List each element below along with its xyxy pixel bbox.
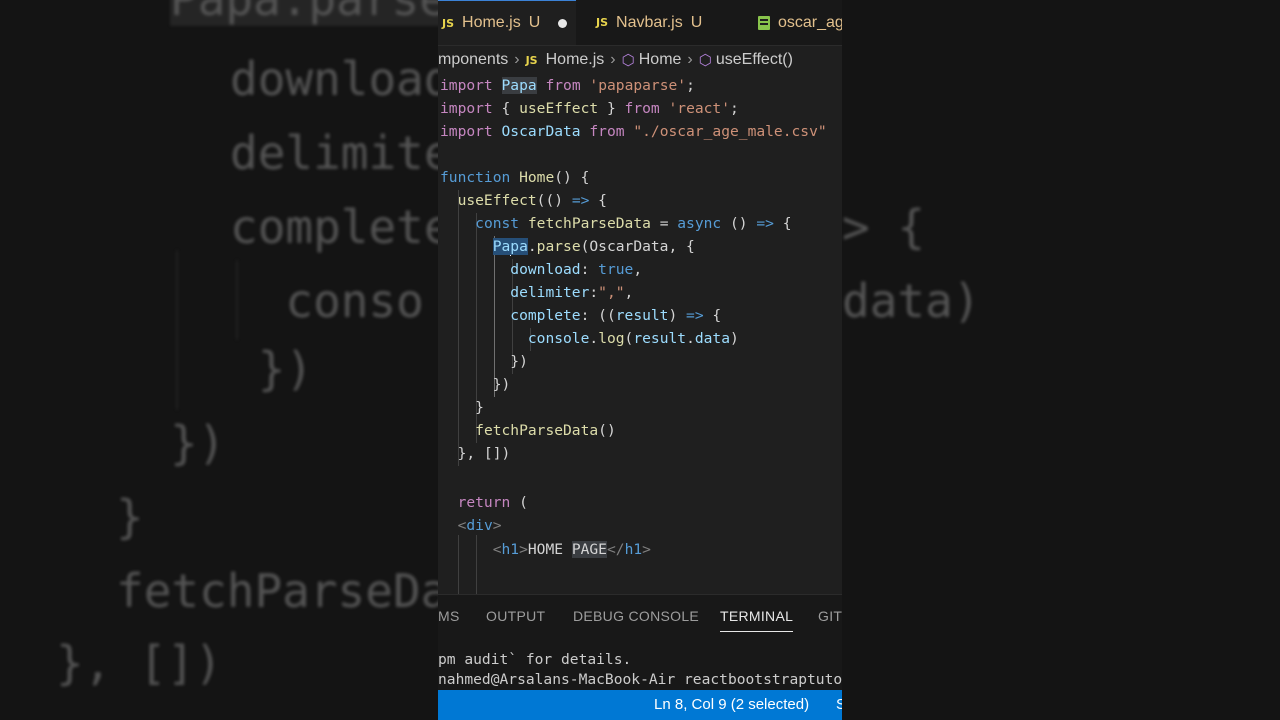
breadcrumb-symbol[interactable]: Home bbox=[639, 51, 682, 69]
code-line: import Papa from 'papaparse'; bbox=[440, 77, 695, 94]
background-line: fetchParseDa bbox=[116, 564, 438, 618]
code-area[interactable]: import Papa from 'papaparse'; import { u… bbox=[438, 74, 842, 595]
tab-navbar-js[interactable]: JS Navbar.js U bbox=[596, 0, 702, 45]
background-line: }) bbox=[230, 342, 314, 396]
chevron-right-icon: › bbox=[687, 51, 693, 68]
javascript-file-icon: JS bbox=[525, 53, 538, 67]
code-line: }) bbox=[492, 376, 511, 393]
code-line: console.log(result.data) bbox=[527, 330, 739, 347]
indent-guide bbox=[236, 260, 238, 340]
code-line-current: Papa.parse(OscarData, { bbox=[492, 238, 695, 256]
background-line: }) bbox=[170, 416, 226, 470]
background-right: > { data) bbox=[842, 0, 1280, 720]
background-line: Papa.parse bbox=[170, 0, 438, 26]
background-line: download bbox=[230, 52, 438, 106]
tab-label: Home.js bbox=[462, 14, 521, 31]
tab-debug-console[interactable]: DEBUG CONSOLE bbox=[573, 608, 699, 624]
editor-tab-bar: JS Home.js U JS Navbar.js U oscar_ag bbox=[438, 0, 842, 46]
code-line: const fetchParseData = async () => { bbox=[475, 215, 792, 232]
code-line: download: true, bbox=[510, 261, 643, 278]
code-line: <h1>HOME PAGE</h1> bbox=[492, 541, 651, 558]
background-line: data) bbox=[842, 274, 981, 328]
background-line: complete bbox=[230, 200, 438, 254]
code-editor-window: JS Home.js U JS Navbar.js U oscar_ag mpo… bbox=[438, 0, 842, 720]
unsaved-dot-icon[interactable] bbox=[558, 18, 568, 28]
breadcrumb-method[interactable]: useEffect() bbox=[716, 51, 793, 69]
breadcrumb-file[interactable]: Home.js bbox=[546, 51, 605, 69]
code-line: }, []) bbox=[457, 445, 511, 462]
code-line: useEffect(() => { bbox=[457, 192, 607, 209]
javascript-file-icon: JS bbox=[596, 16, 609, 29]
cursor-position-status[interactable]: Ln 8, Col 9 (2 selected) bbox=[654, 696, 809, 713]
tab-label: oscar_ag bbox=[778, 13, 842, 31]
background-line: conso bbox=[230, 274, 424, 328]
tab-problems[interactable]: MS bbox=[438, 608, 460, 624]
background-left: Papa.parse download delimite complete co… bbox=[0, 0, 438, 720]
csv-file-icon bbox=[758, 15, 770, 30]
tab-home-js[interactable]: JS Home.js U bbox=[438, 0, 576, 45]
symbol-method-icon: ⬡ bbox=[698, 52, 712, 69]
status-bar: Ln 8, Col 9 (2 selected) S bbox=[438, 690, 842, 720]
tab-output[interactable]: OUTPUT bbox=[486, 608, 545, 624]
code-line: complete: ((result) => { bbox=[510, 307, 722, 324]
tab-label: Navbar.js bbox=[616, 13, 683, 31]
background-line: }, []) bbox=[56, 636, 223, 690]
code-line: import { useEffect } from 'react'; bbox=[440, 100, 739, 117]
code-line: function Home() { bbox=[440, 169, 590, 186]
code-line: }) bbox=[510, 353, 528, 370]
bottom-panel: MS OUTPUT DEBUG CONSOLE TERMINAL GIT pm … bbox=[438, 594, 842, 691]
background-line: } bbox=[116, 490, 144, 544]
tab-git[interactable]: GIT bbox=[818, 608, 842, 624]
untracked-status: U bbox=[528, 14, 541, 31]
terminal-line: nahmed@Arsalans-MacBook-Air reactbootstr… bbox=[438, 671, 842, 688]
code-line: return ( bbox=[457, 494, 528, 511]
code-line: <div> bbox=[457, 517, 502, 534]
breadcrumb-folder[interactable]: mponents bbox=[438, 51, 508, 69]
indent-guide bbox=[176, 250, 178, 410]
javascript-file-icon: JS bbox=[442, 16, 455, 30]
terminal-line: pm audit` for details. bbox=[438, 651, 632, 668]
status-item-truncated[interactable]: S bbox=[836, 696, 842, 713]
background-line: > { bbox=[842, 200, 926, 254]
untracked-status: U bbox=[690, 13, 703, 31]
code-line: fetchParseData() bbox=[475, 422, 616, 439]
tab-oscar-csv[interactable]: oscar_ag bbox=[758, 0, 842, 45]
background-line: delimite bbox=[230, 126, 438, 180]
chevron-right-icon: › bbox=[610, 51, 616, 68]
symbol-method-icon: ⬡ bbox=[621, 52, 635, 69]
code-line: import OscarData from "./oscar_age_male.… bbox=[440, 123, 827, 140]
code-line: delimiter:",", bbox=[510, 284, 634, 301]
tab-terminal[interactable]: TERMINAL bbox=[720, 608, 794, 632]
chevron-right-icon: › bbox=[514, 51, 520, 68]
code-line: } bbox=[475, 399, 484, 416]
breadcrumb: mponents › JS Home.js › ⬡ Home › ⬡ useEf… bbox=[438, 48, 842, 72]
